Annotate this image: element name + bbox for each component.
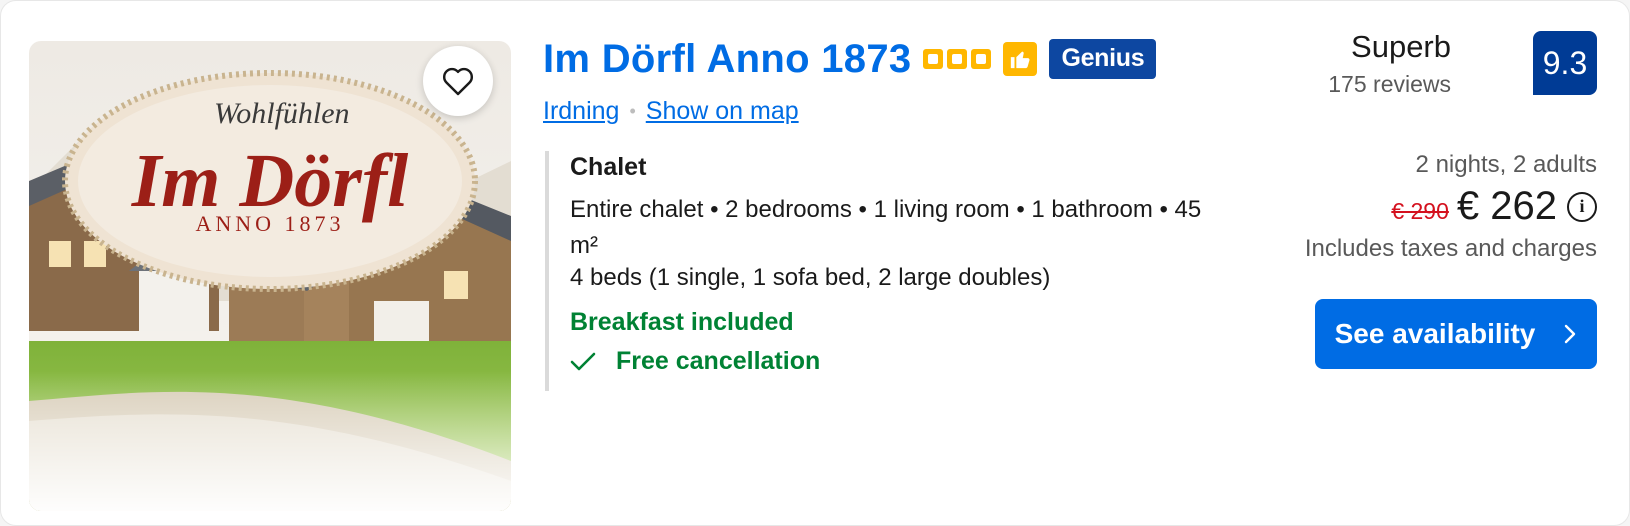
review-score-badge[interactable]: 9.3 (1533, 31, 1597, 95)
unit-beds: 4 beds (1 single, 1 sofa bed, 2 large do… (570, 264, 1051, 291)
see-availability-label: See availability (1334, 318, 1536, 349)
info-icon[interactable]: i (1567, 191, 1597, 222)
see-availability-button[interactable]: See availability (1315, 299, 1597, 369)
stay-summary: 2 nights, 2 adults (1415, 151, 1597, 178)
property-photo[interactable]: Wohlfühlen Im Dörfl ANNO 1873 (29, 41, 511, 511)
location-row: Irdning • Show on map (543, 97, 799, 126)
chevron-right-icon (1565, 324, 1576, 344)
star-icon (947, 49, 968, 69)
title-row: Im Dörfl Anno 1873 Genius (543, 33, 1157, 85)
free-cancellation-label: Free cancellation (616, 347, 821, 375)
show-on-map-link[interactable]: Show on map (646, 97, 799, 126)
price-row: € 290 € 262 i (1391, 184, 1597, 229)
separator-dot: • (629, 101, 636, 121)
breakfast-included: Breakfast included (570, 308, 794, 336)
review-count[interactable]: 175 reviews (1328, 71, 1451, 98)
star-icon (923, 49, 944, 69)
genius-badge[interactable]: Genius (1049, 39, 1157, 79)
unit-description: Entire chalet • 2 bedrooms • 1 living ro… (570, 196, 1202, 259)
thumbs-up-icon[interactable] (1003, 42, 1038, 76)
star-icon (971, 49, 992, 69)
heart-icon (442, 67, 474, 96)
review-label: Superb (1351, 29, 1451, 64)
unit-name: Chalet (570, 153, 647, 181)
free-cancellation: Free cancellation (570, 347, 1238, 376)
star-rating (923, 49, 992, 69)
location-link[interactable]: Irdning (543, 97, 619, 126)
property-name[interactable]: Im Dörfl Anno 1873 (543, 37, 911, 82)
favorite-button[interactable] (423, 46, 493, 116)
current-price: € 262 (1456, 184, 1557, 228)
taxes-note: Includes taxes and charges (1304, 235, 1597, 262)
unit-details: Chalet Entire chalet • 2 bedrooms • 1 li… (545, 151, 1238, 391)
checkmark-icon (570, 352, 596, 370)
property-card: Wohlfühlen Im Dörfl ANNO 1873 Im Dörfl A… (0, 0, 1630, 526)
logo-script-top: Wohlfühlen (214, 97, 350, 130)
original-price: € 290 (1391, 198, 1449, 224)
logo-sub: ANNO 1873 (195, 211, 344, 236)
